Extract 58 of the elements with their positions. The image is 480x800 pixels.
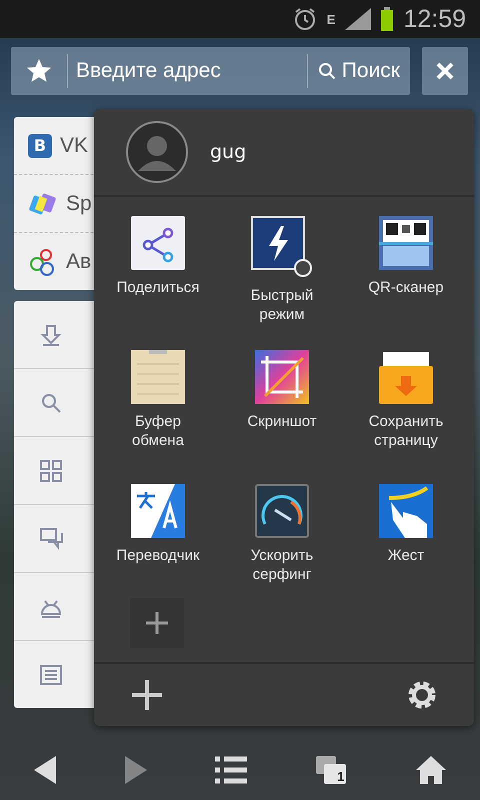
grid-icon — [40, 460, 62, 482]
tab-count: 1 — [337, 769, 344, 784]
tool-button[interactable]: Поделиться — [96, 216, 220, 334]
address-bar[interactable]: Введите адрес Поиск — [11, 47, 410, 95]
plus-icon — [146, 612, 168, 634]
tool-button[interactable]: Сохранить страницу — [344, 350, 468, 468]
tool-button[interactable]: Жест — [344, 484, 468, 602]
home-button[interactable] — [416, 756, 446, 784]
logo-tile: B — [28, 134, 52, 158]
notepad-icon — [131, 350, 185, 404]
close-button[interactable] — [422, 47, 468, 95]
back-icon — [34, 756, 56, 784]
pointing-hand-icon — [379, 484, 433, 538]
back-button[interactable] — [34, 756, 56, 784]
folder-icon — [379, 350, 433, 404]
plus-icon — [132, 680, 162, 710]
lightning-icon — [251, 216, 313, 278]
search-button[interactable]: Поиск — [306, 54, 410, 88]
chat-icon — [40, 528, 64, 550]
avatar-silhouette-icon — [126, 121, 188, 183]
network-type: E — [326, 12, 336, 26]
clock-time: 12:59 — [403, 4, 466, 34]
search-icon — [318, 62, 336, 80]
share-icon — [131, 216, 185, 270]
qr-code-icon — [379, 216, 433, 270]
close-icon — [436, 62, 454, 80]
tool-button[interactable]: Быстрый режим — [220, 216, 344, 334]
battery-icon — [381, 7, 394, 31]
speedometer-icon — [255, 484, 309, 538]
home-icon — [416, 756, 446, 784]
add-button[interactable] — [132, 680, 162, 710]
menu-button[interactable] — [214, 756, 247, 784]
download-icon — [40, 324, 62, 346]
star-icon — [26, 58, 52, 84]
address-input[interactable]: Введите адрес — [68, 59, 307, 83]
user-name: gug — [210, 141, 246, 163]
tool-button[interactable]: Скриншот — [220, 350, 344, 468]
forward-icon — [124, 756, 147, 784]
settings-button[interactable] — [406, 679, 438, 711]
signal-icon — [345, 8, 372, 30]
tool-button[interactable]: Буфер обмена — [96, 350, 220, 468]
settings-icon — [406, 679, 438, 711]
bookmark-title[interactable]: Sp — [66, 192, 92, 216]
add-tool-button[interactable] — [130, 598, 184, 648]
tool-button[interactable]: QR-сканер — [344, 216, 468, 334]
newspaper-icon — [40, 664, 62, 684]
search-icon — [40, 392, 62, 414]
tool-button[interactable]: Переводчик — [96, 484, 220, 602]
crop-icon — [255, 350, 309, 404]
tabs-icon — [315, 755, 348, 785]
tool-button[interactable]: Ускорить серфинг — [220, 484, 344, 602]
cards-icon — [28, 190, 58, 216]
bookmark-title[interactable]: VK — [60, 134, 88, 158]
alarm-clock-icon — [292, 7, 317, 31]
menu-icon — [214, 756, 247, 784]
tabs-button[interactable]: 1 — [315, 755, 348, 785]
translate-icon — [131, 484, 185, 538]
bookmark-title[interactable]: Ав — [66, 250, 92, 274]
